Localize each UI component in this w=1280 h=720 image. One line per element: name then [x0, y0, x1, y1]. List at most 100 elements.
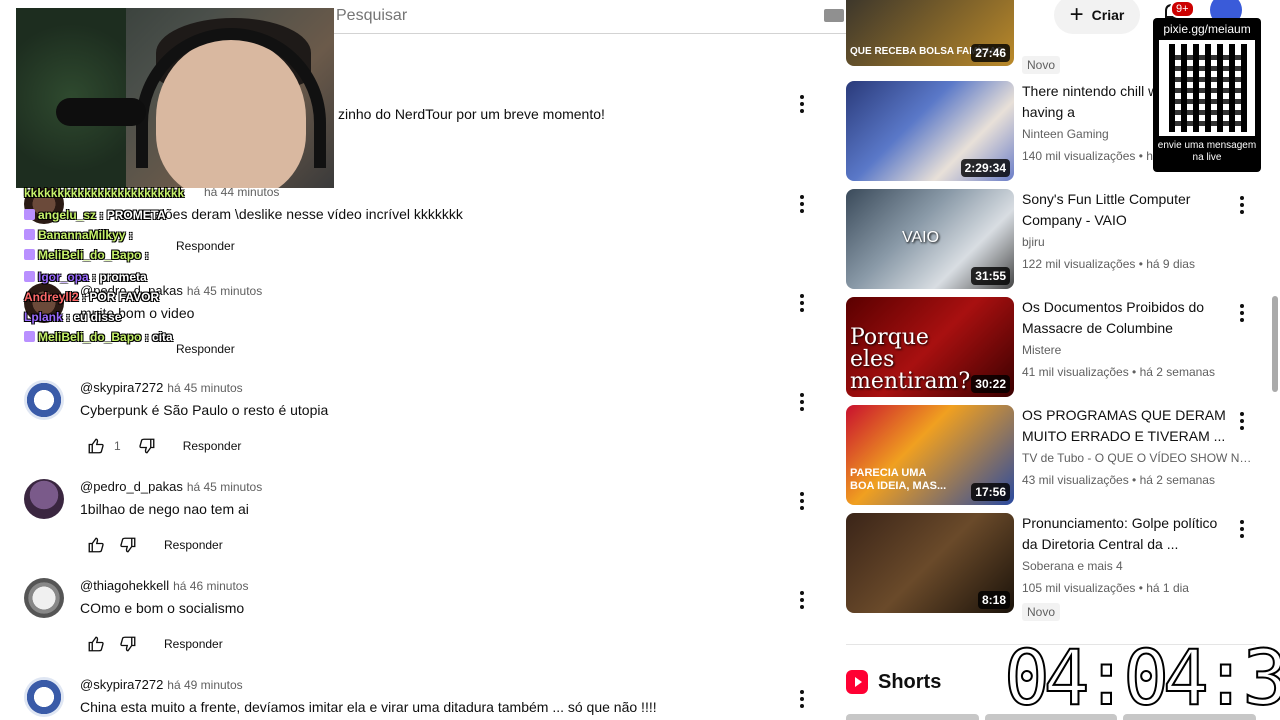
qr-code	[1159, 40, 1255, 136]
video-channel[interactable]: Mistere	[1022, 343, 1252, 357]
comment-time: há 49 minutos	[167, 678, 243, 692]
video-duration: 27:46	[971, 44, 1010, 62]
avatar[interactable]	[24, 479, 64, 519]
video-channel[interactable]: Soberana e mais 4	[1022, 559, 1252, 573]
related-video-item[interactable]: VAIO 31:55 Sony's Fun Little Computer Co…	[846, 189, 1256, 289]
video-thumbnail[interactable]: VAIO 31:55	[846, 189, 1014, 289]
reply-button[interactable]: Responder	[164, 637, 223, 651]
video-channel[interactable]: bjiru	[1022, 235, 1252, 249]
video-duration: 2:29:34	[960, 159, 1010, 177]
qr-overlay: pixie.gg/meiaum envie uma mensagem na li…	[1153, 18, 1261, 172]
like-button[interactable]	[80, 533, 112, 557]
video-thumbnail[interactable]: 8:18	[846, 513, 1014, 613]
new-badge: Novo	[1022, 603, 1061, 621]
comment-author[interactable]: @thiagohekkell há 46 minutos	[80, 578, 248, 593]
like-count: 1	[114, 439, 121, 453]
thumbs-down-icon	[139, 438, 155, 454]
dislike-button[interactable]	[112, 533, 144, 557]
video-duration: 31:55	[971, 267, 1010, 285]
comment-menu-button[interactable]	[794, 588, 810, 612]
chat-message: kkkkkkkkkkkkkkkkkkkkkkkk	[24, 186, 185, 200]
related-video-item[interactable]: Porque eles mentiram? 30:22 Os Documento…	[846, 297, 1256, 397]
comment-actions: Responder	[80, 533, 223, 557]
video-channel[interactable]: TV de Tubo - O QUE O VÍDEO SHOW NÃO...	[1022, 451, 1252, 465]
comment-menu-button[interactable]	[794, 291, 810, 315]
microphone	[56, 98, 146, 126]
thumbnail-text: Porque eles mentiram?	[850, 325, 971, 394]
comment-menu-button[interactable]	[794, 92, 810, 116]
dislike-button[interactable]	[131, 434, 163, 458]
like-button[interactable]	[80, 434, 112, 458]
comment-text: 1bilhao de nego nao tem ai	[80, 501, 249, 517]
video-title[interactable]: Os Documentos Proibidos do Massacre de C…	[1022, 297, 1232, 339]
video-menu-button[interactable]	[1234, 193, 1250, 217]
video-duration: 8:18	[977, 591, 1010, 609]
video-title[interactable]: Sony's Fun Little Computer Company - VAI…	[1022, 189, 1232, 231]
reply-button[interactable]: Responder	[183, 439, 242, 453]
video-title[interactable]: OS PROGRAMAS QUE DERAM MUITO ERRADO E TI…	[1022, 405, 1232, 447]
video-thumbnail[interactable]: Porque eles mentiram? 30:22	[846, 297, 1014, 397]
chat-message: Andreyll2 : POR FAVOR	[24, 290, 160, 304]
reply-button[interactable]: Responder	[164, 538, 223, 552]
qr-caption: envie uma mensagem na live	[1157, 140, 1257, 163]
new-badge: Novo	[1022, 56, 1061, 74]
dislike-button[interactable]	[112, 632, 144, 656]
shorts-header: Shorts	[846, 668, 941, 696]
scrollbar[interactable]	[1272, 296, 1278, 392]
thumbnail-text: PARECIA UMA BOA IDEIA, MAS...	[850, 467, 947, 492]
video-thumbnail[interactable]: QUE RECEBA BOLSA FAMÍLIA? 27:46	[846, 0, 1014, 66]
video-duration: 17:56	[971, 483, 1010, 501]
comment-time: há 45 minutos	[186, 480, 263, 494]
comment-menu-button[interactable]	[794, 192, 810, 216]
comment-text: COmo e bom o socialismo	[80, 600, 245, 616]
chat-message: MeliBeli_do_Bapo : cita	[24, 330, 173, 344]
video-thumbnail[interactable]: PARECIA UMA BOA IDEIA, MAS... 17:56	[846, 405, 1014, 505]
video-meta: 140 mil visualizações • h	[1022, 149, 1153, 163]
thumbs-up-icon	[88, 636, 104, 652]
chat-message: Igor_opa : prometa	[24, 270, 147, 284]
qr-url: pixie.gg/meiaum	[1163, 22, 1251, 36]
shorts-label: Shorts	[878, 670, 942, 693]
shorts-icon	[846, 670, 868, 694]
stream-timer: 04:04:38	[1003, 633, 1280, 720]
webcam-overlay	[16, 8, 334, 188]
avatar[interactable]	[24, 578, 64, 618]
chat-message: angelu_sz : PROMETA	[24, 208, 166, 222]
comment-time: há 46 minutos	[173, 579, 249, 593]
related-video-item[interactable]: 8:18 Pronunciamento: Golpe político da D…	[846, 513, 1256, 621]
comment-menu-button[interactable]	[794, 390, 810, 414]
comment-text: China esta muito a frente, devíamos imit…	[80, 699, 657, 715]
thumbs-down-icon	[120, 636, 136, 652]
comment-menu-button[interactable]	[794, 489, 810, 513]
comment-author[interactable]: @skypira7272 há 45 minutos	[80, 380, 243, 395]
chat-message: Lplank : eu disse	[24, 310, 122, 324]
video-menu-button[interactable]	[1234, 517, 1250, 541]
video-meta: 41 mil visualizações • há 2 semanas	[1022, 365, 1215, 379]
like-button[interactable]	[80, 632, 112, 656]
thumbnail-text: VAIO	[902, 229, 940, 246]
avatar[interactable]	[24, 677, 64, 717]
comment-text: zinho do NerdTour por um breve momento!	[338, 106, 605, 122]
chat-message: MeliBeli_do_Bapo :	[24, 248, 149, 262]
thumbs-up-icon	[88, 537, 104, 553]
video-title[interactable]: Pronunciamento: Golpe político da Direto…	[1022, 513, 1232, 555]
live-chat-overlay: kkkkkkkkkkkkkkkkkkkkkkkk angelu_sz : PRO…	[24, 186, 264, 346]
comment-time: há 45 minutos	[167, 381, 243, 395]
avatar[interactable]	[24, 380, 64, 420]
comment-text: Cyberpunk é São Paulo o resto é utopia	[80, 402, 329, 418]
video-meta: 122 mil visualizações • há 9 dias	[1022, 257, 1195, 271]
comment-author[interactable]: @pedro_d_pakas há 45 minutos	[80, 479, 262, 494]
video-menu-button[interactable]	[1234, 301, 1250, 325]
chat-message: BanannaMilkyy :	[24, 228, 133, 242]
video-duration: 30:22	[971, 375, 1010, 393]
thumbs-down-icon	[120, 537, 136, 553]
comment-author[interactable]: @skypira7272 há 49 minutos	[80, 677, 243, 692]
video-thumbnail[interactable]: 2:29:34	[846, 81, 1014, 181]
comment-menu-button[interactable]	[794, 687, 810, 711]
thumbs-up-icon	[88, 438, 104, 454]
related-video-item[interactable]: PARECIA UMA BOA IDEIA, MAS... 17:56 OS P…	[846, 405, 1256, 505]
video-menu-button[interactable]	[1234, 409, 1250, 433]
comment-actions: Responder	[80, 632, 223, 656]
comment-actions: 1 Responder	[80, 434, 241, 458]
video-meta: 43 mil visualizações • há 2 semanas	[1022, 473, 1215, 487]
